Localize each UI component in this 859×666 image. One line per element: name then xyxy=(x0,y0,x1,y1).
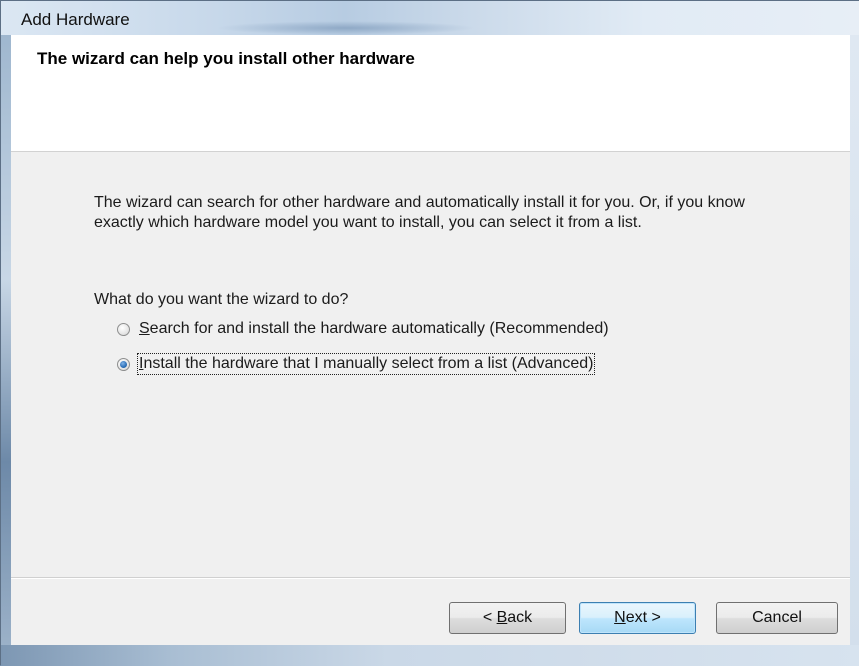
radio-button-unchecked[interactable] xyxy=(117,322,130,336)
option-search-automatically-label[interactable]: Search for and install the hardware auto… xyxy=(138,319,610,339)
option-search-automatically[interactable]: Search for and install the hardware auto… xyxy=(117,318,610,340)
title-bar-background-blur xyxy=(216,21,476,35)
window-bottom-border xyxy=(1,645,859,666)
option-install-manually-label[interactable]: Install the hardware that I manually sel… xyxy=(136,353,596,375)
footer-divider xyxy=(11,577,850,579)
back-button[interactable]: < Back xyxy=(449,602,566,634)
window-title: Add Hardware xyxy=(21,10,130,29)
option-search-automatically-text: earch for and install the hardware autom… xyxy=(149,320,609,337)
wizard-header: The wizard can help you install other ha… xyxy=(11,35,850,152)
cancel-button-label: Cancel xyxy=(752,609,802,626)
mnemonic-s: S xyxy=(139,320,150,337)
next-button-rest: ext > xyxy=(625,609,661,626)
wizard-header-title: The wizard can help you install other ha… xyxy=(37,49,415,68)
back-button-prefix: < xyxy=(482,609,497,626)
cancel-button[interactable]: Cancel xyxy=(716,602,838,634)
back-button-mnemonic: B xyxy=(496,609,508,626)
option-install-manually[interactable]: Install the hardware that I manually sel… xyxy=(117,353,596,375)
back-button-rest: ack xyxy=(507,609,533,626)
title-bar[interactable]: Add Hardware xyxy=(1,1,859,35)
wizard-description: The wizard can search for other hardware… xyxy=(94,194,745,231)
next-button-mnemonic: N xyxy=(614,609,626,626)
wizard-client-area: The wizard can help you install other ha… xyxy=(11,35,850,645)
window-right-border xyxy=(850,35,859,645)
wizard-window: Add Hardware The wizard can help you ins… xyxy=(0,0,859,666)
radio-button-checked[interactable] xyxy=(117,357,130,371)
wizard-question: What do you want the wizard to do? xyxy=(94,291,349,308)
option-install-manually-text: nstall the hardware that I manually sele… xyxy=(143,355,594,372)
next-button[interactable]: Next > xyxy=(579,602,696,634)
window-left-border xyxy=(1,35,11,645)
